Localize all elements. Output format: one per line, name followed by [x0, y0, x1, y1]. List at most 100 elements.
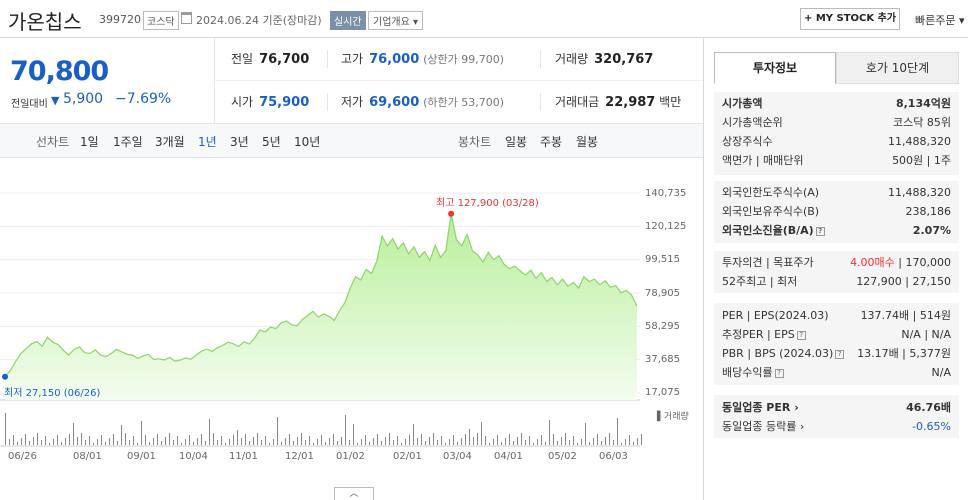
volume-bar — [485, 436, 486, 445]
sector-block: 동일업종 PER › 46.76배 동일업종 등락률 › -0.65% — [714, 395, 959, 438]
pbr-label: PBR | BPS (2024.03)? — [722, 344, 845, 363]
volume-legend: ▌거래량 — [657, 412, 689, 422]
x-tick: 08/01 — [73, 451, 102, 462]
opinion-value: 4.00매수 | 170,000 — [850, 256, 951, 269]
est-per-value: N/A | N/A — [901, 328, 951, 341]
foreign-limit-label: 외국인한도주식수(A) — [722, 186, 820, 199]
volume-bar — [133, 436, 134, 445]
volume-bar — [217, 440, 218, 445]
volume-bar — [277, 417, 278, 445]
volume-bar — [569, 440, 570, 445]
y-tick: 58,295 — [645, 321, 680, 332]
volume-bar — [625, 439, 626, 445]
volume-bar — [17, 442, 18, 445]
volume-bar — [73, 423, 74, 445]
volume-bar — [553, 434, 554, 445]
collapse-toggle-button[interactable]: ︿ — [334, 487, 374, 500]
w52-label: 52주최고 | 최저 — [722, 275, 798, 288]
volume-bar — [253, 437, 254, 445]
help-icon[interactable]: ? — [835, 349, 845, 359]
volume-bar — [129, 440, 130, 445]
tab-hoga[interactable]: 호가 10단계 — [836, 52, 959, 84]
volume-bar — [161, 441, 162, 445]
x-tick: 11/01 — [229, 451, 258, 462]
volume-bar — [637, 438, 638, 445]
x-tick: 12/01 — [285, 451, 314, 462]
volume-bar — [53, 439, 54, 445]
price-area — [5, 213, 637, 400]
volume-bar — [565, 433, 566, 445]
help-icon[interactable]: ? — [774, 368, 784, 378]
volume-bar — [509, 434, 510, 445]
volume-bar — [613, 440, 614, 445]
volume-bar — [361, 439, 362, 445]
volume-bar — [45, 436, 46, 445]
volume-bar — [109, 438, 110, 445]
volume-bar — [517, 437, 518, 445]
volume-bar — [617, 418, 618, 445]
tab-invest-info[interactable]: 투자정보 — [714, 52, 836, 84]
shares-value: 11,488,320 — [888, 135, 951, 148]
volume-bar — [561, 437, 562, 445]
volume-bar — [213, 433, 214, 445]
volume-bar — [357, 443, 358, 445]
volume-bar — [621, 443, 622, 445]
volume-bar — [281, 442, 282, 445]
volume-bar — [305, 440, 306, 445]
help-icon[interactable]: ? — [815, 226, 825, 236]
volume-bar — [409, 435, 410, 445]
help-icon[interactable]: ? — [796, 330, 806, 340]
volume-bar — [589, 442, 590, 445]
volume-bar — [289, 434, 290, 445]
volume-bar — [33, 437, 34, 445]
volume-bar — [81, 433, 82, 445]
foreign-block: 외국인한도주식수(A) 11,488,320 외국인보유주식수(B) 238,186… — [714, 181, 959, 243]
y-tick: 120,125 — [645, 221, 687, 232]
valuation-block: PER | EPS(2024.03) 137.74배 | 514원 추정PER |… — [714, 303, 959, 385]
volume-bar — [145, 435, 146, 445]
y-tick: 99,515 — [645, 254, 680, 265]
volume-bar — [541, 435, 542, 445]
chart-low-label: 최저 27,150 (06/26) — [4, 388, 101, 399]
volume-bar — [93, 443, 94, 445]
volume-bar — [153, 438, 154, 445]
high-marker — [448, 210, 455, 217]
volume-bar — [449, 439, 450, 445]
volume-bar — [401, 443, 402, 445]
volume-bar — [225, 443, 226, 445]
volume-bar — [233, 435, 234, 445]
volume-bar — [49, 443, 50, 445]
volume-bar — [557, 441, 558, 445]
volume-bar — [429, 437, 430, 445]
volume-bar — [397, 436, 398, 445]
volume-bar — [593, 438, 594, 445]
volume-bar — [181, 443, 182, 445]
pbr-value: 13.17배 | 5,377원 — [857, 347, 951, 360]
volume-bar — [461, 438, 462, 445]
volume-bar — [41, 440, 42, 445]
volume-bar — [97, 439, 98, 445]
low-marker — [2, 373, 8, 380]
volume-bar — [257, 433, 258, 445]
sector-per-link[interactable]: 동일업종 PER › — [722, 398, 799, 417]
volume-bar — [245, 434, 246, 445]
volume-bar — [481, 422, 482, 445]
market-cap-value: 8,134억원 — [895, 97, 951, 110]
volume-bar — [221, 436, 222, 445]
volume-bar — [5, 413, 6, 445]
volume-bar — [77, 437, 78, 445]
foreign-hold-label: 외국인보유주식수(B) — [722, 205, 820, 218]
volume-bar — [189, 435, 190, 445]
par-label: 액면가 | 매매단위 — [722, 154, 804, 167]
market-cap-label: 시가총액 — [722, 97, 763, 110]
volume-bar — [21, 438, 22, 445]
sector-rate-link[interactable]: 동일업종 등락률 › — [722, 417, 804, 436]
x-tick: 03/04 — [443, 451, 472, 462]
volume-bar — [141, 421, 142, 445]
sector-per-value: 46.76배 — [906, 401, 951, 414]
volume-bar — [581, 439, 582, 445]
volume-bar — [389, 433, 390, 445]
y-tick: 140,735 — [645, 188, 687, 199]
volume-bar — [285, 438, 286, 445]
foreign-ratio-value: 2.07% — [912, 224, 951, 237]
